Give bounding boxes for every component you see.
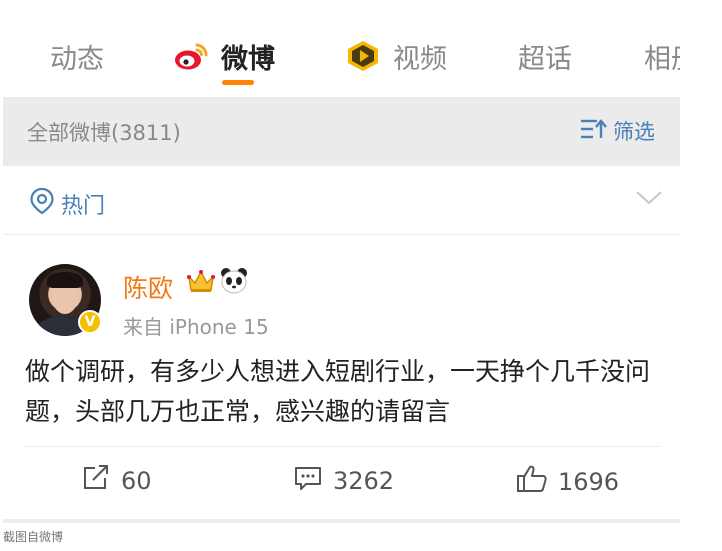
divider — [25, 446, 660, 447]
crown-icon[interactable] — [186, 266, 216, 300]
filter-button[interactable]: 筛选 — [579, 116, 655, 146]
tab-video[interactable]: 视频 — [345, 36, 447, 76]
active-tab-indicator — [222, 80, 254, 85]
tab-label: 微博 — [221, 43, 275, 75]
filter-icon — [579, 117, 613, 146]
comment-icon — [293, 464, 333, 498]
post-count-label: 全部微博(3811) — [27, 121, 181, 145]
repost-count: 60 — [121, 467, 152, 495]
verified-badge-icon: V — [78, 310, 102, 334]
post-text: 做个调研，有多少人想进入短剧行业，一天挣个几千没问题，头部几万也正常，感兴趣的请… — [25, 357, 651, 426]
tab-label: 视频 — [393, 43, 447, 75]
chevron-down-icon[interactable] — [635, 189, 663, 211]
repost-button[interactable]: 60 — [81, 464, 152, 498]
screenshot-caption: 截图自微博 — [3, 530, 64, 544]
post-source: 来自 iPhone 15 — [123, 315, 269, 339]
thumbs-up-icon — [516, 464, 558, 500]
hot-sort-selector[interactable]: 热门 — [29, 187, 105, 221]
like-count: 1696 — [558, 468, 620, 496]
filter-label: 筛选 — [613, 120, 655, 144]
bottom-separator — [3, 519, 680, 523]
tab-album[interactable]: 相册 — [644, 36, 680, 76]
tab-label: 超话 — [518, 43, 572, 75]
location-pin-icon — [29, 187, 61, 221]
like-button[interactable]: 1696 — [516, 464, 619, 500]
weibo-logo-icon — [173, 41, 209, 71]
comment-count: 3262 — [333, 467, 395, 495]
tab-label: 相册 — [644, 43, 680, 75]
video-play-icon — [345, 39, 381, 73]
repost-icon — [81, 464, 121, 498]
hot-sort-row[interactable]: 热门 — [3, 167, 680, 235]
filter-bar: 全部微博(3811) 筛选 — [3, 97, 680, 166]
panda-icon[interactable] — [219, 266, 249, 300]
tab-dynamics[interactable]: 动态 — [50, 36, 104, 76]
tab-label: 动态 — [50, 43, 104, 75]
username[interactable]: 陈欧 — [123, 269, 173, 305]
tab-weibo[interactable]: 微博 — [173, 36, 275, 76]
comment-button[interactable]: 3262 — [293, 464, 394, 498]
avatar-hair — [47, 272, 83, 288]
tab-super-topic[interactable]: 超话 — [518, 36, 572, 76]
hot-label: 热门 — [61, 194, 106, 219]
profile-tab-bar: 动态 微博 视频 超话 相册 — [0, 0, 680, 96]
post-card: V 陈欧 来自 iPhone 15 做个调研，有多少人想进入短剧行业，一天挣个几… — [3, 236, 680, 519]
